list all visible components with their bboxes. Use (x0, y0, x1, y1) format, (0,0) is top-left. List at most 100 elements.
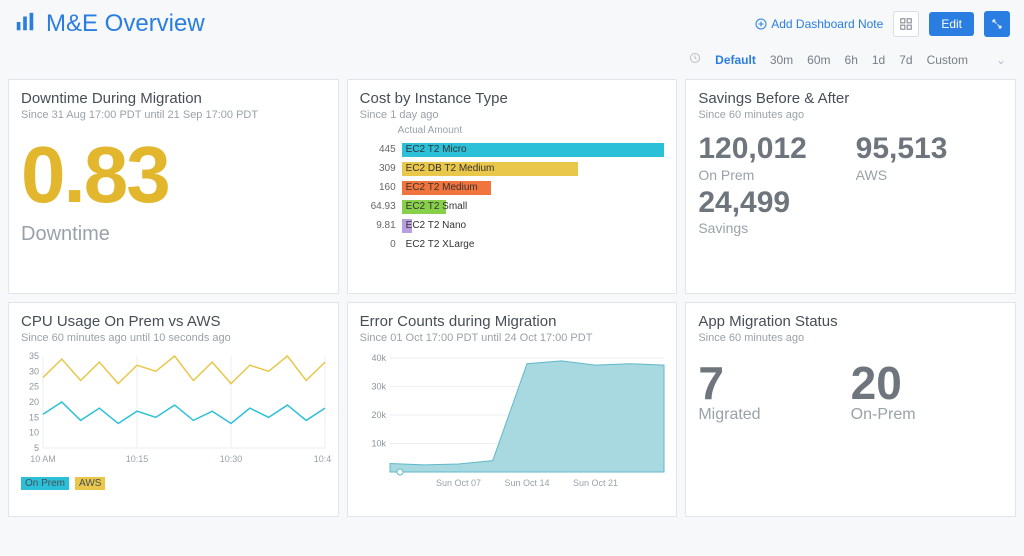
tile-title: Savings Before & After (698, 90, 1003, 107)
svg-text:15: 15 (29, 412, 39, 422)
svg-text:10: 10 (29, 428, 39, 438)
tile-title: Cost by Instance Type (360, 90, 665, 107)
add-note-label: Add Dashboard Note (771, 17, 883, 31)
bar-row: 309 EC2 DB T2 Medium (360, 159, 665, 178)
tile-title: Downtime During Migration (21, 90, 326, 107)
tile-title: Error Counts during Migration (360, 313, 665, 330)
stat-migrated: 7 Migrated (698, 360, 850, 424)
bar-label: EC2 T2 Medium (406, 181, 478, 195)
chart-legend: On Prem AWS (21, 477, 326, 490)
bar-row: 445 EC2 T2 Micro (360, 140, 665, 159)
stat-label: AWS (856, 167, 1003, 183)
tile-cpu-usage[interactable]: CPU Usage On Prem vs AWS Since 60 minute… (8, 302, 339, 517)
svg-text:Sun Oct 14: Sun Oct 14 (504, 478, 549, 488)
stat-label: Migrated (698, 406, 850, 424)
bar-value: 9.81 (360, 220, 396, 231)
timerange-7d[interactable]: 7d (899, 53, 912, 67)
svg-text:10:30: 10:30 (220, 454, 243, 464)
bar-value: 0 (360, 239, 396, 250)
svg-text:10k: 10k (371, 439, 386, 449)
tile-subtitle: Since 60 minutes ago (698, 109, 1003, 121)
bar-label: EC2 T2 Micro (406, 143, 467, 157)
clock-icon (689, 52, 701, 67)
stat-value: 7 (698, 360, 850, 406)
stat-label: On Prem (698, 167, 845, 183)
stat-onprem: 20 On-Prem (851, 360, 1003, 424)
svg-text:40k: 40k (371, 353, 386, 363)
add-dashboard-note-link[interactable]: Add Dashboard Note (755, 17, 883, 31)
chevron-down-icon: ⌄ (996, 53, 1006, 67)
tile-subtitle: Since 60 minutes ago until 10 seconds ag… (21, 332, 326, 344)
svg-text:Sun Oct 21: Sun Oct 21 (573, 478, 618, 488)
stat: 24,499Savings (698, 187, 845, 237)
stat-label: On-Prem (851, 406, 1003, 424)
stat-value: 120,012 (698, 133, 845, 165)
bar-label: EC2 T2 XLarge (406, 238, 475, 252)
timerange-30m[interactable]: 30m (770, 53, 793, 67)
timerange-default[interactable]: Default (715, 53, 756, 67)
legend-onprem: On Prem (21, 477, 69, 490)
tile-title: App Migration Status (698, 313, 1003, 330)
tile-subtitle: Since 60 minutes ago (698, 332, 1003, 344)
tile-subtitle: Since 1 day ago (360, 109, 665, 121)
bar-value: 445 (360, 144, 396, 155)
stat-value: 20 (851, 360, 1003, 406)
title-wrap: M&E Overview (14, 10, 755, 38)
timerange-1d[interactable]: 1d (872, 53, 885, 67)
error-area-chart: 40k 30k 20k 10k Sun Oct 07 Sun Oct 14 Sun Oct… (360, 350, 670, 490)
savings-stats: 120,012 On Prem 95,513 AWS 24,499Savings (698, 133, 1003, 236)
bar-row: 160 EC2 T2 Medium (360, 178, 665, 197)
stat-value: 24,499 (698, 187, 845, 219)
data-point-marker (397, 469, 403, 475)
fullscreen-button[interactable] (984, 11, 1010, 37)
layout-grid-button[interactable] (893, 11, 919, 37)
svg-text:30k: 30k (371, 382, 386, 392)
edit-button[interactable]: Edit (929, 12, 974, 36)
tile-migration-status[interactable]: App Migration Status Since 60 minutes ag… (685, 302, 1016, 517)
cpu-line-chart: 35 30 25 20 15 10 5 10 AM 10:15 10:30 10:45 (21, 350, 331, 470)
tile-savings[interactable]: Savings Before & After Since 60 minutes … (685, 79, 1016, 294)
tile-cost-by-instance[interactable]: Cost by Instance Type Since 1 day ago Ac… (347, 79, 678, 294)
tile-error-counts[interactable]: Error Counts during Migration Since 01 O… (347, 302, 678, 517)
bar-label: EC2 DB T2 Medium (406, 162, 495, 176)
legend-aws: AWS (75, 477, 105, 490)
timerange-custom[interactable]: Custom (927, 53, 968, 67)
svg-text:20: 20 (29, 397, 39, 407)
tile-subtitle: Since 31 Aug 17:00 PDT until 21 Sep 17:0… (21, 109, 326, 121)
plus-circle-icon (755, 18, 767, 30)
svg-text:Sun Oct 07: Sun Oct 07 (436, 478, 481, 488)
grid-icon (899, 17, 913, 31)
downtime-label: Downtime (21, 223, 326, 246)
timerange-picker: Default 30m 60m 6h 1d 7d Custom ⌄ (0, 44, 1024, 79)
stat: 120,012 On Prem (698, 133, 845, 183)
timerange-6h[interactable]: 6h (845, 53, 858, 67)
tile-downtime[interactable]: Downtime During Migration Since 31 Aug 1… (8, 79, 339, 294)
bar-label: EC2 T2 Nano (406, 219, 466, 233)
bar-row: 64.93 EC2 T2 Small (360, 197, 665, 216)
timerange-60m[interactable]: 60m (807, 53, 830, 67)
chart-series-label: Actual Amount (360, 125, 665, 136)
svg-text:10:45: 10:45 (314, 454, 331, 464)
expand-icon (991, 18, 1003, 30)
dashboard-header: M&E Overview Add Dashboard Note Edit (0, 0, 1024, 44)
bar-label: EC2 T2 Small (406, 200, 468, 214)
dashboard-grid: Downtime During Migration Since 31 Aug 1… (0, 79, 1024, 517)
stat-value: 95,513 (856, 133, 1003, 165)
bar-row: 0 EC2 T2 XLarge (360, 235, 665, 254)
svg-text:35: 35 (29, 351, 39, 361)
downtime-value: 0.83 (21, 135, 326, 215)
stat: 95,513 AWS (856, 133, 1003, 183)
svg-text:20k: 20k (371, 410, 386, 420)
svg-text:10 AM: 10 AM (30, 454, 56, 464)
tile-title: CPU Usage On Prem vs AWS (21, 313, 326, 330)
svg-text:5: 5 (34, 443, 39, 453)
page-title: M&E Overview (46, 10, 205, 38)
header-actions: Add Dashboard Note Edit (755, 11, 1010, 37)
bar-value: 160 (360, 182, 396, 193)
bar-value: 309 (360, 163, 396, 174)
svg-text:30: 30 (29, 366, 39, 376)
svg-text:10:15: 10:15 (126, 454, 149, 464)
bar-value: 64.93 (360, 201, 396, 212)
svg-text:25: 25 (29, 382, 39, 392)
stat-label: Savings (698, 220, 845, 236)
